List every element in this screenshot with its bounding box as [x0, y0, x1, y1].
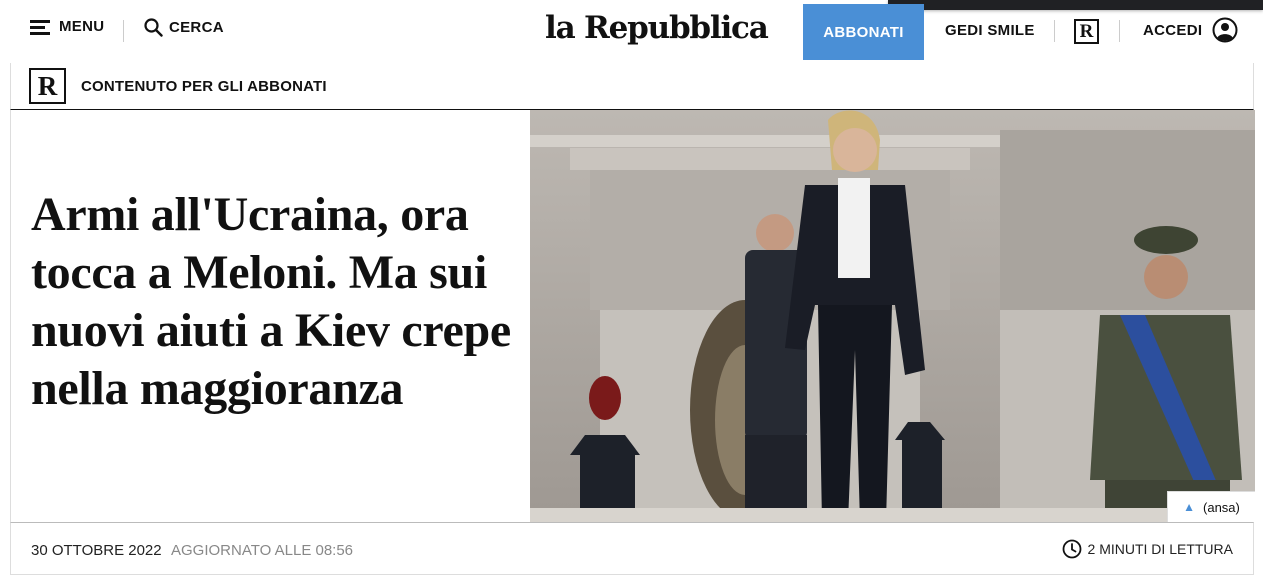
menu-label: MENU: [59, 18, 105, 35]
search-button[interactable]: CERCA: [144, 18, 224, 37]
divider: [1054, 20, 1055, 42]
photo-illustration: [530, 110, 1255, 522]
r-badge-link[interactable]: R: [1074, 19, 1099, 44]
photo-credit[interactable]: ▲ (ansa): [1167, 491, 1255, 522]
browser-overlay-strip: [888, 0, 1263, 10]
updated-time: AGGIORNATO ALLE 08:56: [171, 542, 354, 559]
divider: [123, 20, 124, 42]
subscriber-content-ribbon: R CONTENUTO PER GLI ABBONATI: [10, 63, 1254, 110]
login-button[interactable]: ACCEDI: [1143, 17, 1238, 43]
subscriber-content-label: CONTENUTO PER GLI ABBONATI: [81, 77, 327, 95]
publish-date: 30 OTTOBRE 2022: [31, 542, 162, 559]
r-badge: R: [29, 68, 66, 104]
subscribe-button[interactable]: ABBONATI: [803, 4, 924, 60]
top-bar: MENU CERCA la Repubblica ABBONATI GEDI S…: [0, 0, 1263, 62]
reading-time: 2 MINUTI DI LETTURA: [1062, 539, 1233, 559]
menu-button[interactable]: MENU: [30, 18, 104, 35]
article-headline: Armi all'Ucraina, ora tocca a Meloni. Ma…: [31, 188, 511, 415]
site-logo[interactable]: la Repubblica: [545, 10, 769, 46]
login-label: ACCEDI: [1143, 21, 1203, 39]
article-photo[interactable]: ▲ (ansa): [530, 110, 1255, 522]
photo-credit-label: (ansa): [1203, 499, 1240, 515]
search-label: CERCA: [169, 19, 224, 36]
divider: [1119, 20, 1120, 42]
clock-icon: [1062, 539, 1081, 559]
search-icon: [144, 18, 163, 37]
hamburger-icon: [30, 19, 50, 35]
user-icon: [1212, 17, 1238, 43]
triangle-up-icon: ▲: [1183, 500, 1196, 514]
reading-time-label: 2 MINUTI DI LETTURA: [1087, 541, 1233, 557]
article-meta-bar: 30 OTTOBRE 2022 AGGIORNATO ALLE 08:56 2 …: [10, 523, 1254, 575]
gedi-smile-link[interactable]: GEDI SMILE: [945, 22, 1035, 39]
article-hero: Armi all'Ucraina, ora tocca a Meloni. Ma…: [10, 110, 1255, 523]
